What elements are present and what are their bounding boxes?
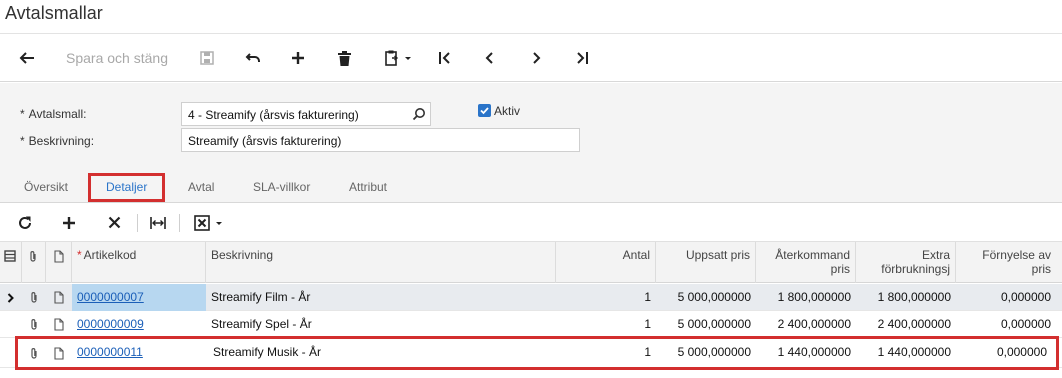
col-fornyelse-pris[interactable]: Förnyelse av pris bbox=[956, 242, 1056, 283]
col-beskrivning[interactable]: Beskrivning bbox=[206, 242, 556, 283]
save-icon[interactable] bbox=[196, 35, 218, 81]
table-row[interactable]: 0000000007 Streamify Film - År 1 5 000,0… bbox=[0, 284, 1062, 311]
grid-toolbar bbox=[0, 203, 1062, 242]
item-code-link[interactable]: 0000000009 bbox=[77, 317, 144, 331]
current-row-indicator-icon bbox=[0, 284, 22, 311]
main-toolbar: Spara och stäng bbox=[0, 35, 1062, 82]
renewal-price-cell[interactable]: 0,000000 bbox=[956, 284, 1056, 311]
undo-icon[interactable] bbox=[241, 35, 265, 81]
add-icon[interactable] bbox=[287, 35, 309, 81]
excel-export-icon[interactable] bbox=[191, 203, 227, 242]
delete-icon[interactable] bbox=[333, 35, 355, 81]
tab-avtal[interactable]: Avtal bbox=[188, 180, 214, 194]
setup-price-cell[interactable]: 5 000,000000 bbox=[656, 311, 756, 338]
search-icon[interactable] bbox=[412, 107, 426, 124]
previous-icon[interactable] bbox=[478, 35, 502, 81]
description-field[interactable]: Streamify (årsvis fakturering) bbox=[181, 128, 580, 152]
tab-oversikt[interactable]: Översikt bbox=[24, 180, 68, 194]
back-icon[interactable] bbox=[14, 35, 40, 81]
page-title: Avtalsmallar bbox=[5, 3, 103, 23]
description-label: * Beskrivning: bbox=[20, 134, 95, 148]
row-highlight bbox=[15, 336, 1059, 370]
active-label: Aktiv bbox=[494, 104, 521, 118]
tab-sla-villkor[interactable]: SLA-villkor bbox=[253, 180, 310, 194]
template-label: * Avtalsmall: bbox=[20, 107, 87, 121]
attachment-header-icon bbox=[22, 242, 46, 283]
toolbar-divider bbox=[179, 214, 180, 232]
active-checkbox[interactable] bbox=[478, 104, 491, 117]
note-icon[interactable] bbox=[46, 284, 72, 311]
description-value: Streamify (årsvis fakturering) bbox=[188, 134, 342, 148]
tab-attribut[interactable]: Attribut bbox=[349, 180, 387, 194]
description-cell[interactable]: Streamify Film - År bbox=[206, 284, 556, 311]
item-code-link[interactable]: 0000000007 bbox=[77, 290, 144, 304]
fit-columns-icon[interactable] bbox=[147, 203, 169, 242]
template-field[interactable]: 4 - Streamify (årsvis fakturering) bbox=[181, 102, 431, 126]
item-code-cell[interactable]: 0000000009 bbox=[72, 311, 206, 338]
template-value: 4 - Streamify (årsvis fakturering) bbox=[188, 108, 359, 122]
detaljer-tab-highlight bbox=[88, 173, 165, 202]
description-cell[interactable]: Streamify Spel - År bbox=[206, 311, 556, 338]
refresh-icon[interactable] bbox=[14, 203, 36, 242]
note-icon[interactable] bbox=[46, 311, 72, 338]
last-icon[interactable] bbox=[570, 35, 594, 81]
add-row-icon[interactable] bbox=[58, 203, 80, 242]
col-artikelkod[interactable]: * Artikelkod bbox=[72, 242, 206, 283]
item-code-cell[interactable]: 0000000007 bbox=[72, 284, 206, 311]
col-aterkommande-pris[interactable]: Återkommand pris bbox=[756, 242, 856, 283]
col-antal[interactable]: Antal bbox=[556, 242, 656, 283]
title-bar: Avtalsmallar bbox=[0, 0, 1062, 34]
extra-usage-cell[interactable]: 1 800,000000 bbox=[856, 284, 956, 311]
first-icon[interactable] bbox=[433, 35, 457, 81]
recurring-price-cell[interactable]: 2 400,000000 bbox=[756, 311, 856, 338]
grid-header: * Artikelkod Beskrivning Antal Uppsatt pr… bbox=[0, 242, 1062, 283]
copy-paste-icon[interactable] bbox=[378, 35, 418, 81]
extra-usage-cell[interactable]: 2 400,000000 bbox=[856, 311, 956, 338]
setup-price-cell[interactable]: 5 000,000000 bbox=[656, 284, 756, 311]
form-area: * Avtalsmall: 4 - Streamify (årsvis faktu… bbox=[0, 83, 1062, 168]
quantity-cell[interactable]: 1 bbox=[556, 284, 656, 311]
note-header-icon bbox=[46, 242, 72, 283]
attachment-icon[interactable] bbox=[22, 311, 46, 338]
attachment-icon[interactable] bbox=[22, 284, 46, 311]
renewal-price-cell[interactable]: 0,000000 bbox=[956, 311, 1056, 338]
recurring-price-cell[interactable]: 1 800,000000 bbox=[756, 284, 856, 311]
delete-row-icon[interactable] bbox=[103, 203, 125, 242]
table-row[interactable]: 0000000009 Streamify Spel - År 1 5 000,0… bbox=[0, 311, 1062, 338]
quantity-cell[interactable]: 1 bbox=[556, 311, 656, 338]
col-uppsatt-pris[interactable]: Uppsatt pris bbox=[656, 242, 756, 283]
col-extra-forbrukning[interactable]: Extra förbrukningsj bbox=[856, 242, 956, 283]
toolbar-divider bbox=[137, 214, 138, 232]
next-icon[interactable] bbox=[524, 35, 548, 81]
row-settings-icon[interactable] bbox=[0, 242, 22, 283]
save-close-button[interactable]: Spara och stäng bbox=[62, 35, 172, 81]
